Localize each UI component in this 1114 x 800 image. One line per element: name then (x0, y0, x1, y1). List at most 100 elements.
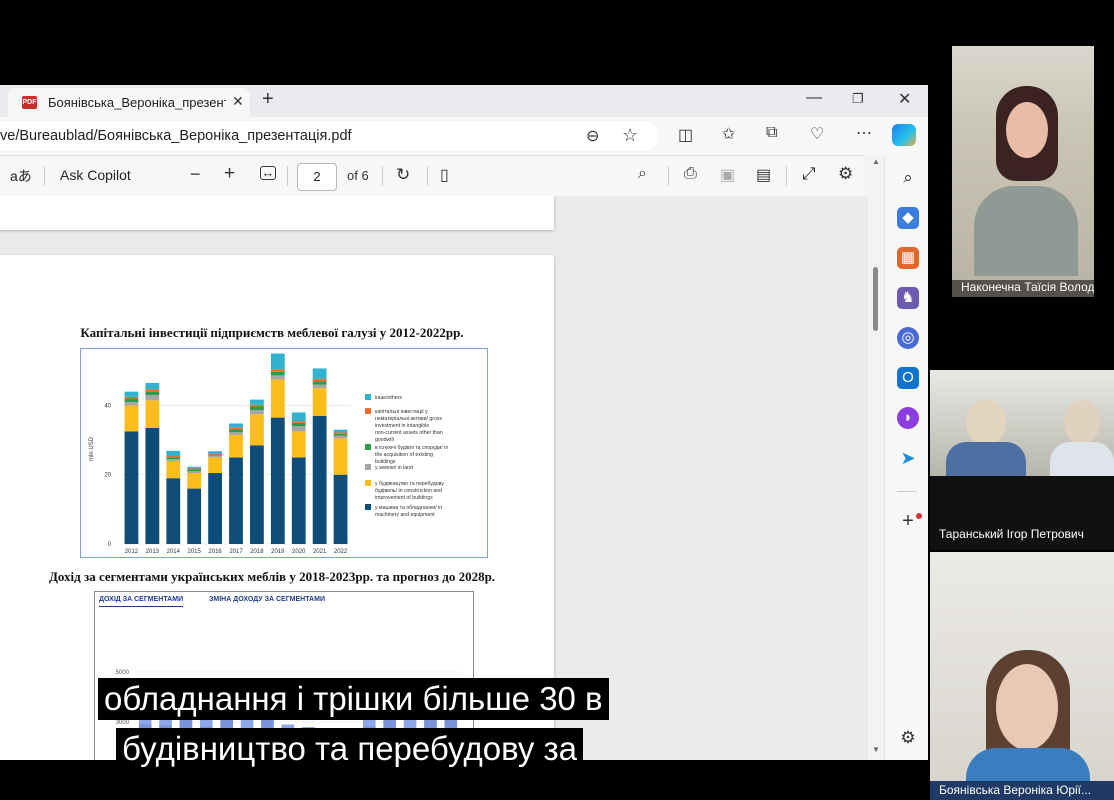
bar-segment (124, 431, 139, 544)
participant-name: Боянівська Вероніка Юрії... (930, 781, 1114, 800)
bar-segment (250, 445, 264, 544)
address-bar-row: ve/Bureaublad/Боянівська_Вероніка_презен… (0, 117, 928, 155)
pdf-viewer[interactable]: Капітальні інвестиції підприємств меблев… (0, 196, 868, 760)
chart2-tab-inactive[interactable]: ЗМІНА ДОХОДУ ЗА СЕГМЕНТАМИ (209, 596, 325, 603)
bar-segment (145, 391, 160, 396)
outlook-icon[interactable]: O (897, 367, 919, 389)
chart2-tab-active[interactable]: ДОХІД ЗА СЕГМЕНТАМИ (99, 596, 184, 607)
address-bar[interactable]: ve/Bureaublad/Боянівська_Вероніка_презен… (0, 121, 658, 151)
bar-segment (166, 457, 181, 460)
print-icon[interactable]: ⎙ (684, 165, 697, 183)
x-tick-label: 2014 (167, 549, 181, 555)
zoom-in-icon[interactable]: + (224, 163, 235, 185)
participant-tile-1[interactable]: Наконечна Таїсія Володи... (952, 46, 1094, 297)
favorites-icon[interactable]: ✩ (722, 124, 735, 144)
sidebar-search-icon[interactable]: ⌕ (897, 167, 919, 189)
collections-icon[interactable]: ⧉ (766, 124, 777, 142)
participant-tile-3[interactable]: Боянівська Вероніка Юрії... (930, 552, 1114, 800)
send-icon[interactable]: ➤ (897, 447, 919, 469)
scroll-up-icon[interactable]: ▲ (872, 157, 880, 166)
microsoft365-icon[interactable]: ◎ (897, 327, 919, 349)
x-tick-label: 2020 (292, 549, 306, 555)
legend-label: improvement of buildings (375, 495, 433, 501)
x-tick-label: 2013 (146, 549, 160, 555)
bar-segment (166, 450, 181, 457)
bar-segment (208, 457, 222, 474)
minimize-icon[interactable]: — (806, 89, 822, 107)
rotate-icon[interactable]: ↻ (396, 165, 410, 185)
legend-swatch (365, 464, 371, 470)
bar-segment (145, 389, 160, 392)
split-screen-icon[interactable]: ◫ (678, 125, 693, 145)
games-icon[interactable]: ♞ (897, 287, 919, 309)
fit-page-icon[interactable]: ↔ (260, 166, 276, 180)
browser-essentials-icon[interactable]: ♡ (810, 124, 824, 144)
bar-segment (187, 466, 202, 469)
zoom-out-icon[interactable]: − (190, 164, 201, 185)
bar-segment (270, 353, 285, 370)
bar-segment (166, 460, 181, 479)
read-aloud-button[interactable]: aあ (10, 166, 32, 186)
designer-icon[interactable]: ◗ (897, 407, 919, 429)
tools-icon[interactable]: ▦ (897, 247, 919, 269)
bar-segment (312, 415, 327, 544)
bar-segment (270, 375, 285, 380)
scrollbar[interactable]: ▲ ▼ (868, 155, 884, 760)
y-axis-label: mln USD (89, 436, 95, 461)
legend-swatch (365, 444, 371, 450)
page-total: of 6 (347, 168, 369, 183)
close-icon[interactable]: ✕ (232, 93, 244, 110)
bar-segment (166, 478, 181, 544)
tab-title: Боянівська_Вероніка_презентац (48, 95, 226, 110)
page-view-icon[interactable]: ▯ (440, 165, 449, 185)
participant-tile-2[interactable]: Таранський Ігор Петрович (930, 370, 1114, 550)
bar-segment (145, 400, 160, 428)
bar-segment (166, 459, 181, 461)
browser-window: PDF Боянівська_Вероніка_презентац ✕ + — … (0, 85, 928, 760)
settings-icon[interactable]: ⚙ (838, 164, 853, 184)
legend-swatch (365, 504, 371, 510)
participant-face (1064, 400, 1100, 444)
x-tick-label: 2015 (188, 549, 202, 555)
scrollbar-thumb[interactable] (873, 267, 878, 331)
search-icon[interactable]: ⌕ (638, 165, 647, 183)
bar-segment (187, 471, 202, 474)
bar-segment (250, 414, 264, 446)
fullscreen-icon[interactable]: ⤢ (802, 164, 816, 184)
page-number-input[interactable]: 2 (297, 163, 337, 191)
participant-face (966, 400, 1006, 446)
legend-label: у будівництво та перебудову (375, 481, 444, 487)
scroll-down-icon[interactable]: ▼ (872, 745, 880, 754)
save-icon[interactable]: ▣ (720, 165, 735, 185)
plus-icon[interactable]: + (262, 88, 274, 111)
ask-copilot-button[interactable]: Ask Copilot (60, 167, 131, 183)
star-icon[interactable]: ☆ (622, 125, 638, 146)
zoom-icon[interactable]: ⊖ (586, 126, 599, 146)
divider (668, 166, 669, 186)
bar-segment (291, 457, 306, 544)
legend-swatch (365, 394, 371, 400)
copilot-icon[interactable] (892, 124, 916, 146)
y-tick-label: 40 (104, 403, 111, 409)
shopping-icon[interactable]: ◆ (897, 207, 919, 229)
bar-segment (124, 396, 139, 399)
restore-icon[interactable]: ❐ (852, 91, 864, 107)
y-tick-label: 5000 (116, 670, 130, 676)
x-tick-label: 2016 (208, 549, 222, 555)
bar-segment (187, 488, 202, 544)
browser-tab[interactable]: PDF Боянівська_Вероніка_презентац ✕ (8, 88, 250, 117)
legend-label: investment in intangible (375, 423, 429, 429)
bar-segment (229, 432, 243, 435)
bar-segment (333, 435, 348, 439)
bar-segment (145, 395, 160, 401)
bar-segment (229, 457, 243, 544)
bar-segment (229, 429, 243, 433)
notification-dot (916, 513, 922, 519)
close-window-icon[interactable]: ✕ (898, 89, 911, 109)
bar-segment (124, 391, 139, 397)
save-as-icon[interactable]: ▤ (756, 165, 771, 185)
sidebar-settings-icon[interactable]: ⚙ (897, 727, 919, 749)
divider (382, 166, 383, 186)
bar-segment (208, 473, 222, 544)
more-icon[interactable]: ⋯ (856, 123, 872, 143)
